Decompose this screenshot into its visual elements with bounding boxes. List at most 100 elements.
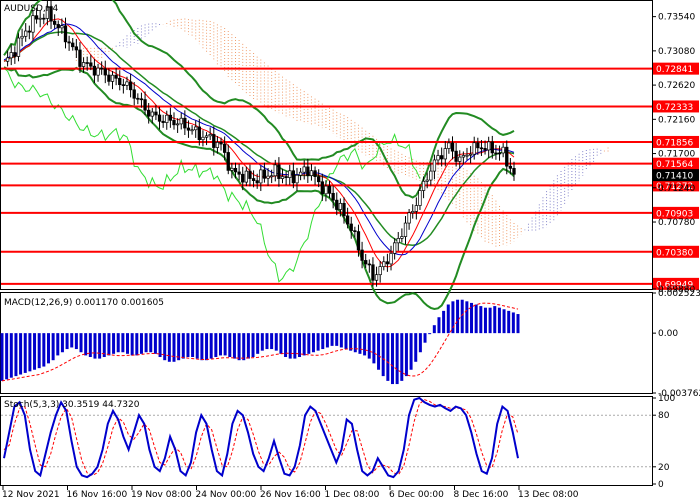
candle-body xyxy=(136,97,140,100)
macd-signal-line xyxy=(1,302,519,382)
macd-bar xyxy=(302,333,306,356)
macd-bar xyxy=(311,333,315,353)
candle-body xyxy=(335,199,339,210)
macd-tick-label: 0.002523 xyxy=(658,289,700,299)
candle-body xyxy=(313,170,317,177)
candle-body xyxy=(306,166,310,177)
candle-body xyxy=(450,142,455,152)
macd-bar xyxy=(70,333,74,348)
candle-body xyxy=(71,42,75,48)
candle-body xyxy=(273,164,277,177)
candle-body xyxy=(468,153,473,156)
chart-window: 0.72841 0.72333 0.71856 0.71564 0.71272 0.709… xyxy=(0,0,700,500)
level-price-label: 0.72841 xyxy=(656,65,693,75)
macd-bar xyxy=(228,333,232,358)
macd-bar xyxy=(246,333,250,359)
price-tick-label: 0.73080 xyxy=(658,47,695,57)
candle-body xyxy=(13,52,17,57)
price-tick-label: 0.72620 xyxy=(658,81,695,91)
macd-bar xyxy=(400,333,404,381)
candle-body xyxy=(483,148,487,151)
time-tick-label: 8 Dec 16:00 xyxy=(454,490,509,500)
candle-body xyxy=(241,173,245,183)
candle-body xyxy=(378,266,382,276)
candle-body xyxy=(215,142,220,148)
candle-body xyxy=(24,30,28,37)
macd-bar xyxy=(307,333,311,354)
candle-body xyxy=(284,176,288,178)
candle-body xyxy=(382,261,386,267)
macd-bar xyxy=(121,333,125,353)
candle-body xyxy=(197,126,201,141)
candle-body xyxy=(458,156,462,162)
macd-bar xyxy=(358,333,362,354)
macd-bar xyxy=(404,333,408,377)
macd-tick-label: 0.00 xyxy=(658,329,678,339)
macd-bar xyxy=(5,333,9,380)
macd-bar xyxy=(293,333,297,359)
candle-body xyxy=(16,37,21,57)
candle-body xyxy=(183,117,187,129)
macd-bar xyxy=(144,333,148,353)
candle-body xyxy=(100,67,104,70)
macd-bar xyxy=(437,317,441,334)
macd-bar xyxy=(363,333,367,356)
macd-bar xyxy=(367,333,371,359)
macd-bar xyxy=(256,333,260,354)
candle-body xyxy=(56,24,60,29)
macd-bar xyxy=(14,333,18,377)
time-tick-label: 19 Nov 08:00 xyxy=(131,490,192,500)
macd-bar xyxy=(479,306,483,334)
candle-body xyxy=(42,17,46,20)
macd-bar xyxy=(98,333,102,359)
candle-body xyxy=(107,74,111,82)
macd-bar xyxy=(51,333,55,361)
macd-bar xyxy=(488,307,492,334)
macd-bar xyxy=(28,333,32,372)
stoch-signal-line xyxy=(3,399,519,476)
macd-label: MACD(12,26,9) 0.001170 0.001605 xyxy=(4,298,164,308)
macd-bar xyxy=(265,333,269,350)
macd-bar xyxy=(74,333,78,350)
macd-bar xyxy=(353,333,357,353)
macd-bar xyxy=(493,306,497,334)
candle-body xyxy=(233,167,238,173)
support-resistance-levels: 0.728410.723330.718560.715640.712720.709… xyxy=(1,62,699,290)
candle-body xyxy=(114,74,118,79)
candle-body xyxy=(67,41,71,44)
macd-bar xyxy=(195,333,199,359)
candle-body xyxy=(74,46,78,51)
macd-bar xyxy=(177,333,181,361)
candle-body xyxy=(27,30,31,33)
candle-body xyxy=(465,154,469,157)
candle-body xyxy=(461,155,466,158)
macd-bar xyxy=(19,333,23,375)
candle-body xyxy=(295,174,299,184)
macd-bar xyxy=(139,333,143,354)
candle-body xyxy=(9,52,13,59)
candle-body xyxy=(208,134,212,137)
candle-body xyxy=(280,176,285,179)
candle-body xyxy=(172,119,176,126)
candle-body xyxy=(194,126,198,131)
candle-body xyxy=(364,260,368,265)
macd-bar xyxy=(418,333,422,353)
candle-body xyxy=(392,242,397,254)
candle-body xyxy=(20,35,24,39)
time-tick-label: 24 Nov 00:00 xyxy=(196,490,257,500)
macd-bar xyxy=(321,333,325,350)
candle-body xyxy=(508,165,513,169)
current-price-label: 0.71410 xyxy=(656,172,693,182)
macd-bar xyxy=(372,333,376,364)
candle-body xyxy=(512,168,516,175)
candle-body xyxy=(60,25,64,29)
macd-bar xyxy=(507,310,511,334)
macd-bar xyxy=(107,333,111,356)
candle-body xyxy=(154,111,158,116)
macd-bar xyxy=(428,333,432,335)
macd-bar xyxy=(46,333,50,364)
macd-bar xyxy=(442,310,446,334)
macd-bar xyxy=(414,333,418,362)
macd-bar xyxy=(325,333,329,348)
candle-body xyxy=(447,142,451,149)
